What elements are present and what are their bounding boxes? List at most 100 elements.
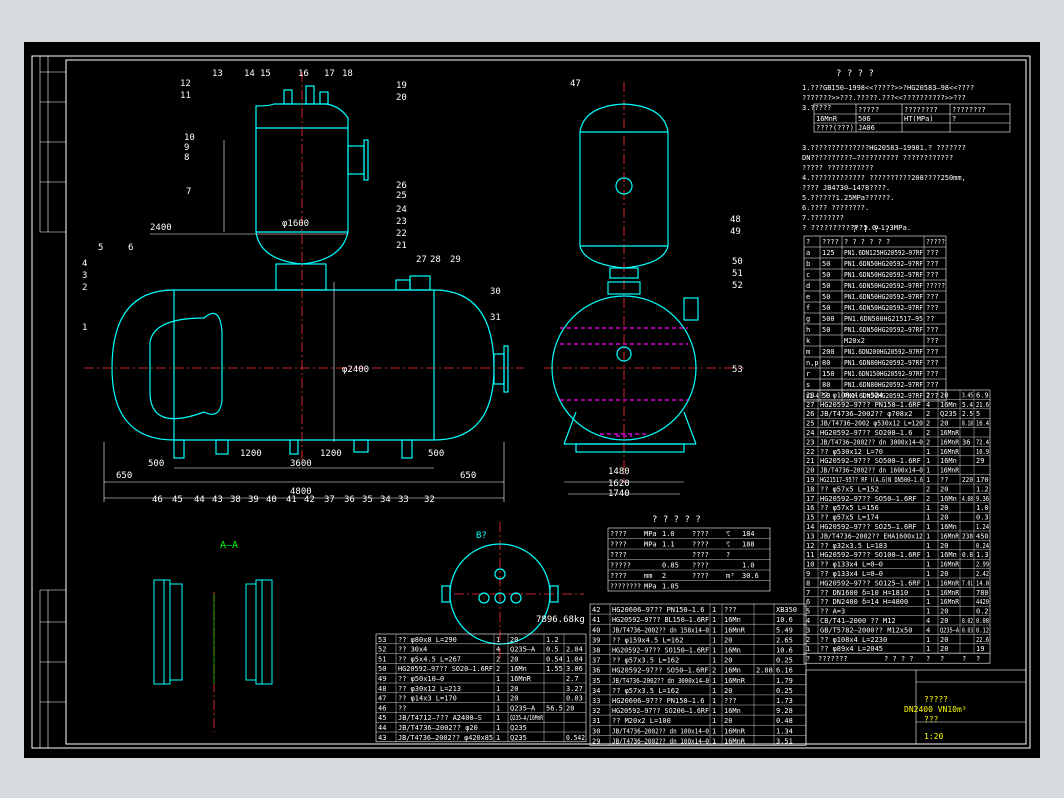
nozzle-cell: PN1.6DN50HG20592—97RF	[844, 271, 923, 279]
bom-right-cell: 27	[806, 401, 814, 409]
part-number: 15	[260, 69, 271, 79]
bom-right-cell: 22	[806, 448, 814, 456]
spec-cell: ????	[610, 572, 627, 580]
bom-right-cell: ?? φ133x4 L=0—0	[820, 570, 883, 578]
bom-bl-cell: 1	[496, 724, 500, 732]
title-line-3: ???	[924, 715, 939, 724]
bom-bm-cell: 1	[712, 687, 716, 695]
note-line: 1.???GB150—1998<<?????>>?HG20583—98<<???…	[802, 84, 974, 92]
bom-right-cell: 16MnR	[940, 467, 960, 475]
spec-cell: 1.05	[662, 583, 679, 591]
bom-bl-cell: Q235—A	[510, 646, 536, 654]
bom-right-cell: ?? φ133x4 L=0—0	[820, 561, 883, 569]
bom-right-header: ?	[976, 655, 980, 663]
bom-bm-cell: JB/T4736—2002?? dn 158x14—0	[612, 626, 709, 634]
bom-bl-cell: 2.7	[566, 675, 579, 683]
design-cell: ????(???)	[816, 124, 854, 132]
part-number: 22	[396, 229, 407, 239]
bom-right-cell: 5	[806, 608, 810, 616]
nozzle-cell: PN1.6DN50HG20592—97RF	[844, 260, 923, 268]
bom-bl-cell: 1.55	[546, 665, 563, 673]
part-number: 51	[732, 269, 743, 279]
spec-cell: 1.0	[662, 530, 675, 538]
bom-right-cell: JB/T4736—2002?? dn 3000x14—0	[820, 438, 923, 446]
bom-right-cell: 2	[926, 391, 930, 399]
part-number: 23	[396, 217, 407, 227]
spec-cell: 1.0	[742, 562, 755, 570]
bom-bl-cell: 20	[510, 655, 518, 663]
bom-bm-cell: 1	[712, 647, 716, 655]
dim-side-total: 1740	[608, 489, 630, 499]
bom-right-cell: 4	[806, 617, 810, 625]
nozzle-cell: 125	[822, 249, 835, 257]
note-line: ????? ???????????	[802, 164, 873, 172]
nozzle-cell: 50	[822, 304, 830, 312]
bom-right-cell: 23	[806, 438, 814, 446]
bom-bm-cell: HG20606—97?? PN150—1.6	[612, 697, 704, 705]
nozzle-cell: c	[806, 271, 810, 279]
bom-bm-cell: 16MnR	[724, 626, 746, 634]
bom-right-cell: 14	[806, 523, 814, 531]
bom-right-cell: ?? DN1600 δ=10 H=1810	[820, 589, 908, 597]
bom-right-cell: ?? φ57x5 L=152	[820, 485, 879, 493]
bom-bl-cell: 53	[378, 636, 386, 644]
bom-bm-cell: 10.6	[776, 647, 793, 655]
bom-right-cell: HG20592—97?? SO500—1.6RF	[820, 457, 921, 465]
bom-right-cell: 14.0	[976, 579, 989, 587]
bom-right-cell: ?? φ57x5 L=174	[820, 514, 879, 522]
spec-cell: ????	[610, 541, 627, 549]
part-number: 50	[732, 257, 743, 267]
bom-bl-cell: ?? 30x4	[398, 646, 427, 654]
bom-bm-cell: 34	[592, 687, 600, 695]
spec-cell: mm	[644, 572, 652, 580]
part-number: 24	[396, 205, 407, 215]
part-number: 11	[180, 91, 191, 101]
nozzle-cell: 50	[822, 326, 830, 334]
part-number: 48	[730, 215, 741, 225]
bom-right-cell: 0.3	[976, 514, 989, 522]
bom-right-cell: 4	[926, 617, 930, 625]
bom-right-cell: 16MnR	[940, 598, 960, 606]
bom-right-cell: 1	[926, 561, 930, 569]
bom-right-cell: 9	[806, 570, 810, 578]
bom-bl-cell: ??	[398, 704, 406, 712]
bom-bl-cell: 20	[566, 704, 574, 712]
bom-bm-cell: HG20592—97?? SO200—1.6RF	[612, 707, 709, 715]
bom-right-cell: 16MnR	[940, 438, 960, 446]
bom-bl-cell: 20	[510, 685, 518, 693]
bom-right-cell: 1.2	[976, 485, 989, 493]
note-line: 7.????????	[802, 214, 844, 222]
bom-bl-cell: ?? φ14x3 L=170	[398, 695, 457, 703]
bom-bl-cell: 1	[496, 714, 500, 722]
part-number: 7	[186, 187, 191, 197]
bom-right-cell: ??	[940, 476, 948, 484]
bom-bm-cell: 16Mn	[724, 707, 741, 715]
bom-right-cell: 1	[926, 570, 930, 578]
nozzle-cell: ???	[926, 249, 939, 257]
bom-right-cell: 20	[940, 391, 948, 399]
bom-right-cell: 0.03	[962, 626, 973, 634]
part-number: 4	[82, 259, 87, 269]
main-vessel	[111, 85, 509, 459]
bom-bm-cell: ?? M20x2 L=100	[612, 717, 671, 725]
nozzle-cell: ??	[926, 315, 934, 323]
bom-right-cell: 1	[926, 504, 930, 512]
part-number: 45	[172, 495, 183, 505]
bom-bl-cell: 3.06	[566, 665, 583, 673]
bom-right-cell: ?? φ530x12 L=70	[820, 448, 883, 456]
nozzle-cell: 80	[822, 359, 830, 367]
bom-bm-cell: ?? φ159x4.5 L=162	[612, 636, 683, 644]
bom-right-cell: 1	[926, 448, 930, 456]
nozzle-cell: ???	[926, 370, 939, 378]
bom-bm-cell: 16MnR	[724, 677, 746, 685]
bom-right-cell: 10	[806, 561, 814, 569]
bom-right-cell: JB/T4736—2002?? dn 1600x14—0	[820, 467, 923, 475]
part-number: 18	[342, 69, 353, 79]
spec-cell: ℃	[726, 541, 730, 549]
bom-right-cell: 16Mn	[940, 495, 957, 503]
bom-bm-cell: 1	[712, 717, 716, 725]
bom-right-cell: Q235	[940, 410, 957, 418]
nozzle-cell: 80	[822, 381, 830, 389]
design-cell: 506	[858, 115, 871, 123]
bom-right-cell: 170	[976, 476, 989, 484]
